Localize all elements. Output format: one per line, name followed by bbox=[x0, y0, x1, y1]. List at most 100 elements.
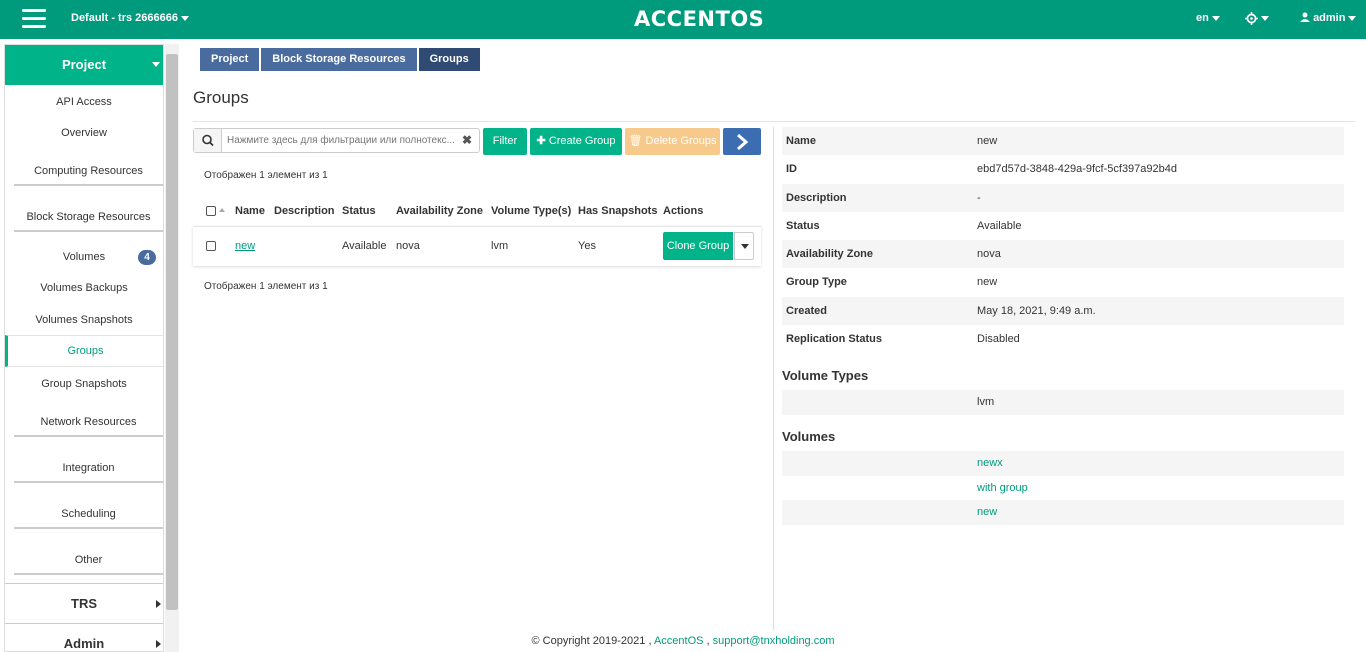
group-status: Available bbox=[342, 240, 387, 252]
user-menu[interactable]: admin bbox=[1300, 12, 1357, 24]
create-group-label: Create Group bbox=[548, 135, 616, 147]
detail-row: Created May 18, 2021, 9:49 a.m. bbox=[782, 297, 1344, 325]
sidebar-item-volumes[interactable]: Volumes 4 bbox=[5, 250, 163, 265]
sidebar-group-other[interactable]: Other bbox=[14, 554, 163, 575]
page-title: Groups bbox=[193, 88, 249, 107]
detail-value: Available bbox=[977, 220, 1022, 232]
detail-key: Availability Zone bbox=[786, 248, 874, 260]
detail-value: new bbox=[977, 276, 998, 288]
detail-key: Replication Status bbox=[786, 333, 882, 345]
search-icon[interactable] bbox=[194, 129, 222, 152]
sidebar-section-label: Project bbox=[61, 57, 107, 72]
detail-row: Availability Zone nova bbox=[782, 240, 1344, 268]
create-group-button[interactable]: ✚ Create Group bbox=[530, 128, 622, 155]
sidebar-item-overview[interactable]: Overview bbox=[5, 127, 163, 139]
row-actions-dropdown[interactable] bbox=[734, 232, 754, 260]
detail-key: Created bbox=[786, 305, 827, 317]
sidebar-group-computing[interactable]: Computing Resources bbox=[14, 165, 163, 186]
delete-groups-label: Delete Groups bbox=[645, 135, 717, 147]
volume-row: with group bbox=[782, 476, 1344, 501]
footer-brand-link[interactable]: AccentOS bbox=[654, 635, 704, 647]
breadcrumb-block-storage[interactable]: Block Storage Resources bbox=[261, 48, 417, 71]
language-label: en bbox=[1196, 12, 1209, 24]
clear-icon[interactable]: ✖ bbox=[462, 133, 472, 147]
detail-row: Replication Status Disabled bbox=[782, 325, 1344, 353]
detail-row: Name new bbox=[782, 127, 1344, 155]
sidebar-section-project[interactable]: Project bbox=[5, 45, 163, 85]
sidebar-group-integration[interactable]: Integration bbox=[14, 462, 163, 483]
column-header-status: Status bbox=[342, 205, 376, 217]
sidebar-group-network[interactable]: Network Resources bbox=[14, 416, 163, 437]
volume-row: new bbox=[782, 500, 1344, 525]
project-selector[interactable]: Default - trs 2666666 bbox=[71, 12, 189, 24]
search-input[interactable] bbox=[227, 133, 457, 148]
scrollbar-thumb[interactable] bbox=[166, 54, 178, 610]
theme-selector[interactable] bbox=[1245, 12, 1269, 25]
chevron-right-icon bbox=[737, 133, 749, 151]
sidebar-item-groups[interactable]: Groups bbox=[5, 335, 163, 367]
sidebar-item-api-access[interactable]: API Access bbox=[5, 96, 163, 108]
detail-value: nova bbox=[977, 248, 1001, 260]
clone-group-button[interactable]: Clone Group bbox=[663, 232, 733, 260]
breadcrumb: Project Block Storage Resources Groups bbox=[200, 48, 482, 71]
row-checkbox[interactable] bbox=[206, 241, 216, 251]
project-selector-label: Default - trs 2666666 bbox=[71, 12, 178, 24]
column-header-volume-types: Volume Type(s) bbox=[491, 205, 572, 217]
next-button[interactable] bbox=[723, 128, 761, 155]
sort-icon[interactable] bbox=[219, 208, 225, 212]
detail-key: Name bbox=[786, 135, 816, 147]
search-box: ✖ bbox=[193, 128, 480, 153]
sidebar-item-group-snapshots[interactable]: Group Snapshots bbox=[5, 378, 163, 390]
chevron-down-icon bbox=[181, 15, 189, 21]
volumes-count-badge: 4 bbox=[138, 250, 156, 265]
detail-key: ID bbox=[786, 163, 797, 175]
volumes-heading: Volumes bbox=[782, 429, 836, 444]
panel-divider bbox=[773, 127, 774, 630]
sidebar-group-block-storage[interactable]: Block Storage Resources bbox=[14, 211, 163, 232]
sidebar-item-volumes-snapshots[interactable]: Volumes Snapshots bbox=[5, 314, 163, 326]
detail-row: Group Type new bbox=[782, 268, 1344, 296]
group-has-snapshots: Yes bbox=[578, 240, 596, 252]
volume-link[interactable]: newx bbox=[977, 457, 1003, 469]
chevron-right-icon bbox=[156, 600, 161, 608]
divider bbox=[193, 121, 1355, 122]
top-bar: Default - trs 2666666 ACCENTOS en admin bbox=[0, 0, 1366, 39]
detail-row: ID ebd7d57d-3848-429a-9fcf-5cf397a92b4d bbox=[782, 155, 1344, 183]
logo: ACCENTOS bbox=[634, 7, 765, 31]
select-all-checkbox[interactable] bbox=[206, 206, 216, 216]
column-header-name[interactable]: Name bbox=[235, 205, 265, 217]
sidebar-group-scheduling[interactable]: Scheduling bbox=[14, 508, 163, 529]
volume-link[interactable]: with group bbox=[977, 482, 1028, 494]
plus-icon: ✚ bbox=[536, 135, 546, 147]
footer-email-link[interactable]: support@tnxholding.com bbox=[713, 635, 835, 647]
delete-groups-button[interactable]: 🗑 Delete Groups bbox=[625, 128, 720, 155]
user-icon bbox=[1300, 12, 1310, 22]
sidebar-scrollbar[interactable] bbox=[165, 44, 179, 652]
detail-key: Group Type bbox=[786, 276, 847, 288]
chevron-down-icon bbox=[741, 244, 749, 249]
detail-key: Description bbox=[786, 192, 847, 204]
item-count-bottom: Отображен 1 элемент из 1 bbox=[204, 281, 328, 292]
breadcrumb-project[interactable]: Project bbox=[200, 48, 260, 71]
detail-value: Disabled bbox=[977, 333, 1020, 345]
detail-key: Status bbox=[786, 220, 820, 232]
language-selector[interactable]: en bbox=[1196, 12, 1220, 24]
filter-button[interactable]: Filter bbox=[483, 128, 527, 155]
group-name-link[interactable]: new bbox=[235, 240, 255, 252]
item-count-top: Отображен 1 элемент из 1 bbox=[204, 170, 328, 181]
detail-row: Status Available bbox=[782, 212, 1344, 240]
chevron-down-icon bbox=[1211, 15, 1220, 21]
user-name: admin bbox=[1313, 12, 1346, 24]
menu-icon[interactable] bbox=[22, 9, 46, 29]
group-volume-types: lvm bbox=[491, 240, 509, 252]
sidebar-section-trs[interactable]: TRS bbox=[5, 583, 163, 623]
footer-separator: , bbox=[706, 635, 710, 647]
chevron-down-icon bbox=[1261, 16, 1269, 21]
sidebar-item-volumes-backups[interactable]: Volumes Backups bbox=[5, 282, 163, 294]
volume-link[interactable]: new bbox=[977, 506, 997, 518]
detail-row: Description - bbox=[782, 184, 1344, 212]
column-header-actions: Actions bbox=[663, 205, 704, 217]
gear-icon bbox=[1245, 12, 1258, 25]
group-zone: nova bbox=[396, 240, 420, 252]
detail-value: May 18, 2021, 9:49 a.m. bbox=[977, 305, 1096, 317]
